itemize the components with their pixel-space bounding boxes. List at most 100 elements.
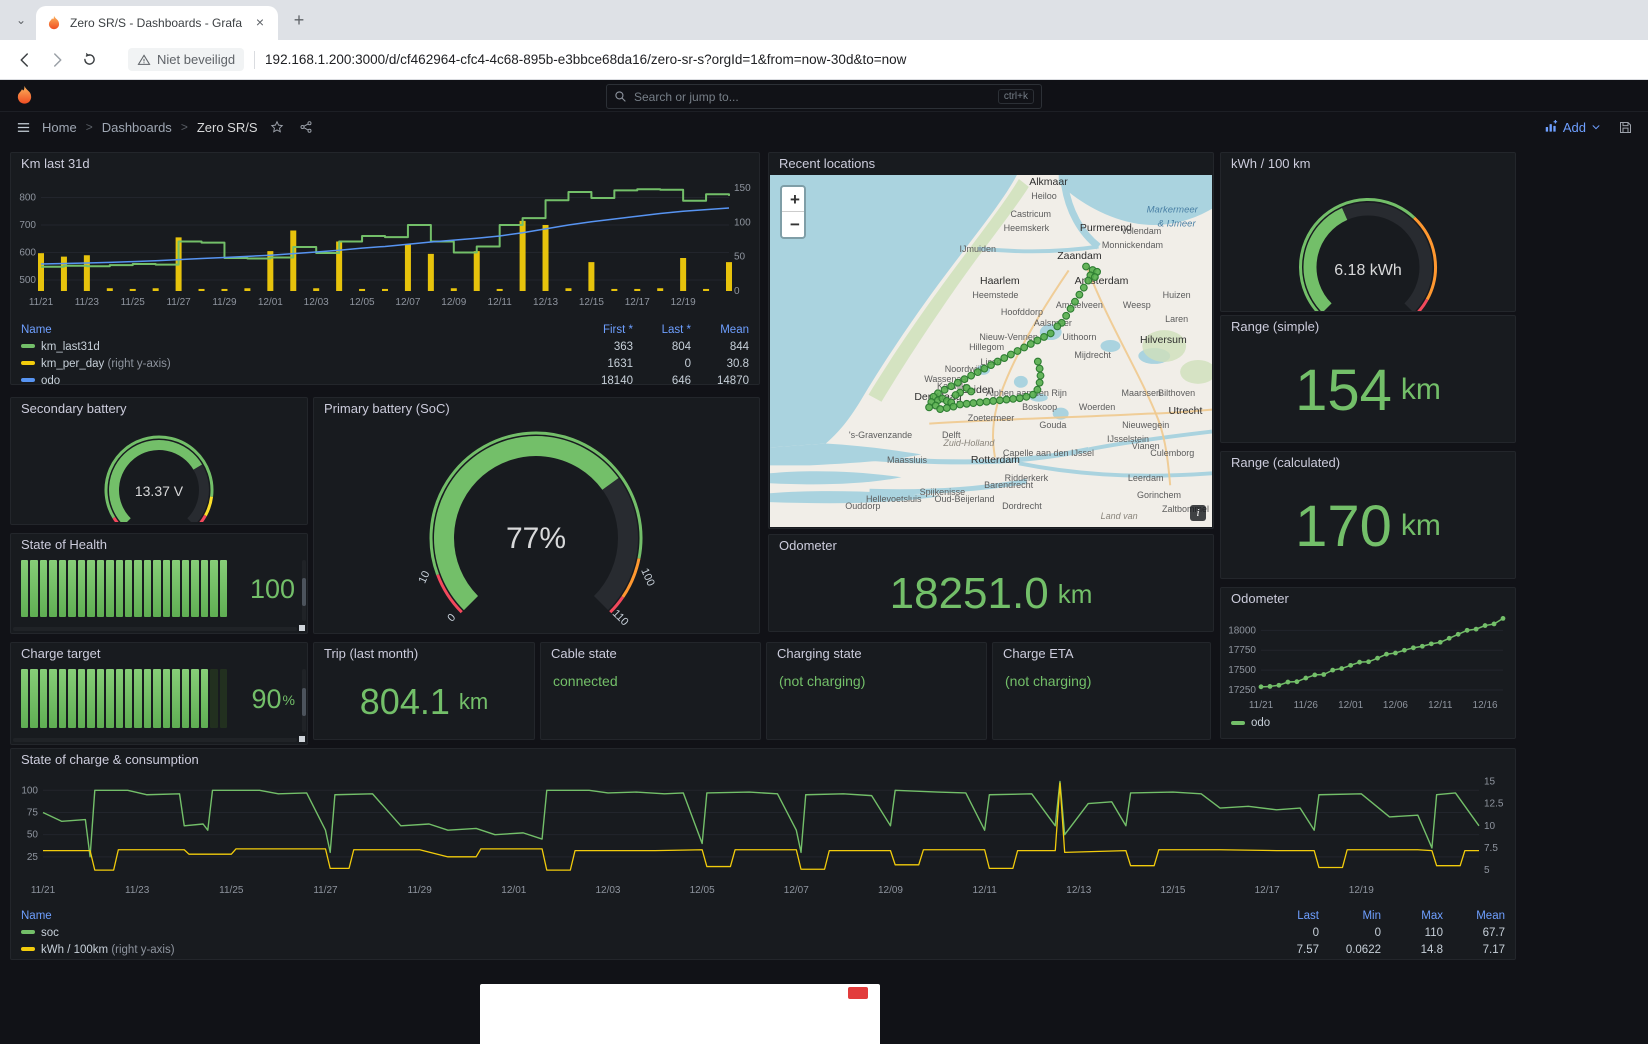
tab-search-button[interactable]: ⌄ (8, 7, 34, 33)
point-marker (1312, 672, 1317, 677)
axis-label: 700 (19, 220, 36, 231)
bar-gauge-cell (210, 560, 217, 617)
panel-title[interactable]: Charging state (767, 643, 986, 665)
map-label: Woerden (1079, 402, 1115, 412)
breadcrumb-home[interactable]: Home (42, 120, 77, 135)
point-marker (1420, 644, 1425, 649)
search-input[interactable]: Search or jump to... ctrl+k (606, 84, 1042, 109)
axis-label: 11/21 (31, 885, 56, 896)
panel-title[interactable]: Cable state (541, 643, 760, 665)
legend-series[interactable]: km_per_day (right y-axis) (21, 358, 575, 370)
map-label: IJmuiden (959, 244, 996, 254)
warning-icon (137, 53, 151, 67)
axis-label: 11/26 (1294, 700, 1319, 711)
axis-label: 12/16 (1473, 700, 1498, 711)
odometer-chart[interactable]: 1725017500177501800011/2111/2612/0112/06… (1221, 610, 1513, 712)
star-icon[interactable] (267, 117, 287, 137)
legend-column-header[interactable]: Mean (1443, 910, 1505, 922)
legend-series[interactable]: odo (1251, 717, 1270, 729)
browser-tab[interactable]: Zero SR/S - Dashboards - Grafa × (36, 6, 278, 40)
scrollbar-vertical[interactable] (302, 560, 306, 621)
panel-title[interactable]: Trip (last month) (314, 643, 534, 665)
legend-header[interactable]: Name (21, 910, 1257, 922)
map-label: Ouddorp (845, 501, 880, 511)
panel-title[interactable]: Primary battery (SoC) (314, 398, 759, 420)
forward-icon[interactable] (46, 49, 68, 71)
legend-column-header[interactable]: First * (575, 324, 633, 336)
breadcrumb-dashboards[interactable]: Dashboards (102, 120, 172, 135)
panel-cable-state: Cable state connected (540, 642, 761, 740)
legend-series[interactable]: soc (21, 927, 1257, 939)
km-last-31d-chart[interactable]: 50060070080005010015011/2111/2311/2511/2… (11, 175, 757, 315)
panel-title[interactable]: Range (calculated) (1221, 452, 1515, 474)
panel-title[interactable]: Charge ETA (993, 643, 1210, 665)
menu-icon[interactable] (13, 117, 33, 137)
legend-column-header[interactable]: Max (1381, 910, 1443, 922)
save-icon[interactable] (1615, 117, 1635, 137)
axis-label: 12/01 (501, 885, 526, 896)
secondary-battery-gauge: 13.37 V (11, 420, 307, 522)
panel-title[interactable]: Recent locations (769, 153, 1213, 175)
legend-column-header[interactable]: Mean (691, 324, 749, 336)
axis-label: 11/23 (75, 297, 100, 308)
map-label: Amsterdam (1075, 275, 1129, 287)
gauge-value: 6.18 kWh (1334, 262, 1402, 279)
legend-value: 363 (575, 341, 633, 353)
grafana-logo[interactable] (14, 85, 35, 106)
panel-title[interactable]: Km last 31d (11, 153, 759, 175)
map-label: Heemskerk (1004, 223, 1050, 233)
axis-label: 12/11 (488, 297, 513, 308)
map-label: Wassenaar (924, 374, 969, 384)
bar (61, 257, 67, 291)
legend-series[interactable]: odo (21, 375, 575, 386)
axis-label: 600 (19, 248, 36, 259)
panel-title[interactable]: State of charge & consumption (11, 749, 1515, 771)
legend-header[interactable]: Name (21, 324, 575, 336)
panel-title[interactable]: Range (simple) (1221, 316, 1515, 338)
new-tab-button[interactable]: + (286, 8, 312, 34)
panel-title[interactable]: Odometer (769, 535, 1213, 557)
panel-range-calculated: Range (calculated) 170 km (1220, 451, 1516, 579)
back-icon[interactable] (14, 49, 36, 71)
point-marker (1429, 641, 1434, 646)
panel-title[interactable]: kWh / 100 km (1221, 153, 1515, 175)
legend-column-header[interactable]: Last * (633, 324, 691, 336)
legend-value: 0 (633, 358, 691, 370)
legend-column-header[interactable]: Min (1319, 910, 1381, 922)
tab-close-icon[interactable]: × (252, 15, 268, 31)
odometer-unit: km (1058, 579, 1093, 610)
security-chip[interactable]: Niet beveiligd (128, 48, 244, 71)
map-label: Uithoorn (1062, 332, 1096, 342)
bar-gauge-cell (191, 669, 198, 728)
series-line (43, 781, 1479, 856)
soc-consumption-chart[interactable]: 25507510057.51012.51511/2111/2311/2511/2… (11, 771, 1513, 901)
scrollbar-horizontal[interactable] (13, 627, 297, 631)
bar-gauge-cell (87, 560, 94, 617)
bar (703, 289, 709, 291)
legend-column-header[interactable]: Last (1257, 910, 1319, 922)
scrollbar-vertical[interactable] (302, 669, 306, 732)
point-marker (1384, 652, 1389, 657)
map-attribution-icon[interactable]: i (1190, 505, 1206, 521)
reload-icon[interactable] (78, 49, 100, 71)
panel-title[interactable]: State of Health (11, 534, 307, 556)
map-label: Hillegom (969, 342, 1004, 352)
map-canvas[interactable]: AlkmaarHeilooCastricumHeemskerkIJmuidenP… (770, 175, 1212, 527)
primary-battery-gauge: 01010011077% (314, 420, 759, 631)
bar (405, 244, 411, 291)
soh-value: 100 (250, 574, 295, 605)
zoom-in-button[interactable]: + (782, 187, 806, 212)
legend-series[interactable]: km_last31d (21, 341, 575, 353)
bar (634, 289, 640, 291)
panel-title[interactable]: Charge target (11, 643, 307, 665)
panel-title[interactable]: Secondary battery (11, 398, 307, 420)
add-button[interactable]: Add (1544, 120, 1601, 135)
legend-series[interactable]: kWh / 100km (right y-axis) (21, 944, 1257, 956)
panel-title[interactable]: Odometer (1221, 588, 1515, 610)
url-text[interactable]: 192.168.1.200:3000/d/cf462964-cfc4-4c68-… (265, 52, 906, 67)
axis-label: 11/25 (219, 885, 244, 896)
share-icon[interactable] (296, 117, 316, 137)
point-marker (1402, 648, 1407, 653)
zoom-out-button[interactable]: − (782, 212, 806, 237)
scrollbar-horizontal[interactable] (13, 738, 297, 742)
